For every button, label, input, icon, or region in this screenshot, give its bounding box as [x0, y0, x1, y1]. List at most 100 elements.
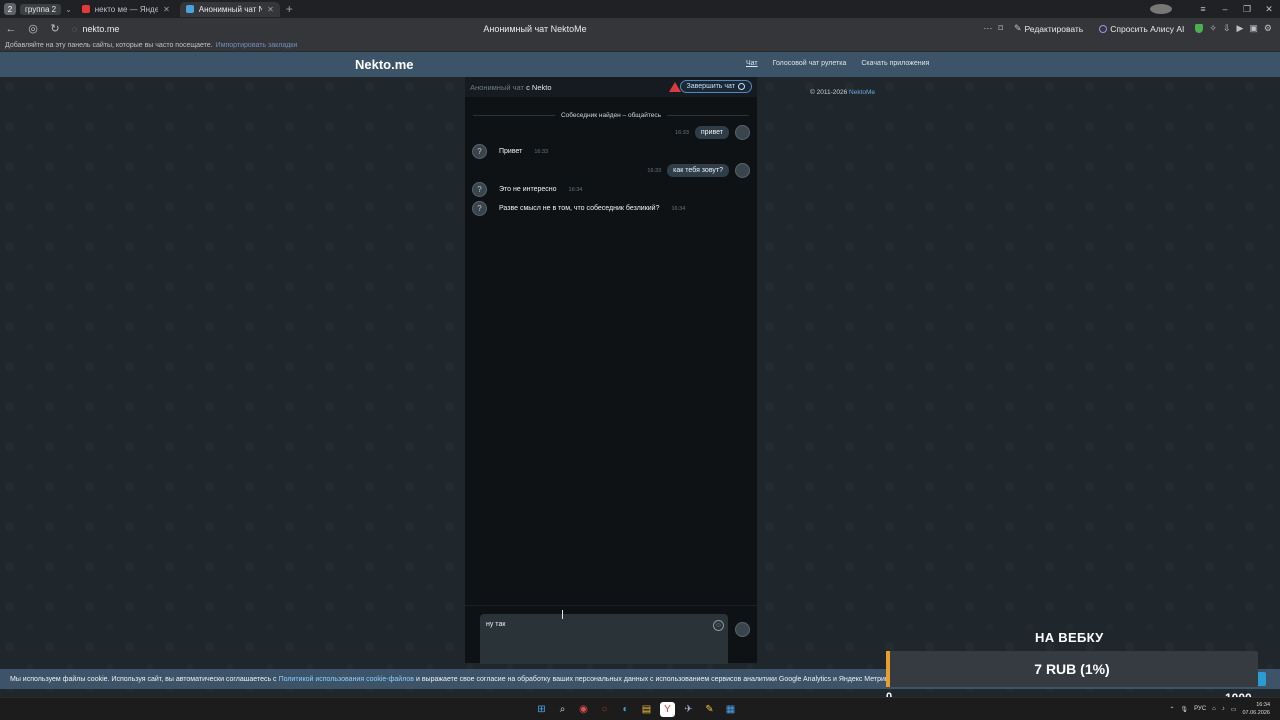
network-icon[interactable]: ⌂ — [1212, 706, 1216, 712]
yandex-browser-icon[interactable]: Y — [660, 702, 675, 717]
edge-icon[interactable]: ◐ — [618, 702, 633, 717]
cookie-policy-link[interactable]: Политикой использования cookie-файлов — [279, 676, 414, 683]
volume-icon[interactable]: ♪ — [1222, 706, 1225, 712]
message-time: 16:34 — [671, 205, 686, 212]
nav-chat-link[interactable]: Чат — [746, 60, 758, 67]
photos-icon[interactable]: ▦ — [723, 702, 738, 717]
site-header: Nekto.me Чат Голосовой чат рулетка Скача… — [0, 52, 1280, 77]
shield-icon[interactable] — [1195, 24, 1204, 33]
divider — [473, 115, 555, 116]
nav-download-apps-link[interactable]: Скачать приложения — [861, 60, 929, 67]
send-button[interactable] — [735, 622, 750, 637]
tab-group-label[interactable]: группа 2 — [20, 3, 62, 15]
microphone-icon[interactable]: 🎙 — [1181, 706, 1189, 713]
message-time: 16:33 — [647, 167, 662, 174]
chat-title-main: с Nekto — [526, 82, 552, 92]
close-icon[interactable]: ✕ — [163, 5, 170, 14]
steam-icon[interactable]: ✈ — [681, 702, 696, 717]
address-bar[interactable]: ◌ nekto.me — [72, 24, 372, 34]
ask-alice-label: Спросить Алису AI — [1110, 23, 1185, 34]
user-avatar-icon — [735, 125, 750, 140]
message-bubble: как тебя зовут? — [667, 164, 729, 177]
emoji-icon[interactable]: ☺ — [713, 620, 724, 631]
system-message: Собеседник найден – общайтесь — [465, 112, 757, 119]
taskbar-apps: ⊞ ⌕ ◉ ○ ◐ ▤ Y ✈ ✎ ▦ — [534, 702, 738, 717]
restore-icon[interactable]: ❐ — [1236, 4, 1258, 15]
chat-title-muted: Анонимный чат — [470, 82, 524, 92]
battery-icon[interactable]: ▭ — [1231, 706, 1237, 713]
window-controls: ≡ – ❐ ✕ — [1150, 0, 1280, 18]
tab-title: некто ме — Яндекс: нашлось — [94, 4, 159, 14]
message-incoming: ? Это не интересно 16:34 — [472, 182, 582, 197]
back-icon[interactable]: ← — [0, 23, 22, 35]
menu-icon[interactable]: ≡ — [1192, 4, 1214, 14]
media-icon[interactable]: ▶ — [1236, 23, 1243, 34]
chat-header: Анонимный чат с Nekto Завершить чат — [465, 77, 757, 97]
clock[interactable]: 16:34 07.06.2026 — [1242, 701, 1270, 717]
bookmarks-hint: Добавляйте на эту панель сайты, которые … — [5, 41, 213, 49]
system-tray: ⌃ 🎙 РУС ⌂ ♪ ▭ 16:34 07.06.2026 — [1170, 701, 1271, 717]
site-info-icon[interactable]: ◌ — [72, 24, 77, 34]
tab-group[interactable]: 2 группа 2 ⌄ — [4, 3, 72, 15]
donation-progress-bar: 7 RUB (1%) — [886, 651, 1258, 687]
opera-icon[interactable]: ○ — [597, 702, 612, 717]
new-tab-icon[interactable]: + — [286, 2, 293, 16]
minimize-icon[interactable]: – — [1214, 4, 1236, 14]
anonymous-avatar-icon: ? — [472, 182, 487, 197]
cookie-text-before: Мы используем файлы cookie. Используя са… — [10, 675, 277, 683]
browser-toolbar: ← ◎ ↻ ◌ nekto.me Анонимный чат NektoMe ⋯… — [0, 18, 1280, 39]
alice-icon — [1099, 24, 1108, 33]
close-icon[interactable]: ✕ — [267, 5, 274, 14]
message-time: 16:33 — [534, 148, 549, 155]
text-cursor-icon — [562, 610, 564, 619]
chevron-down-icon[interactable]: ⌄ — [65, 5, 72, 14]
message-time: 16:33 — [675, 129, 689, 136]
message-incoming: ? Привет 16:33 — [472, 144, 548, 159]
system-message-text: Собеседник найден – общайтесь — [560, 112, 662, 119]
language-indicator[interactable]: РУС — [1194, 706, 1206, 712]
url-text: nekto.me — [82, 23, 120, 34]
notes-icon[interactable]: ✎ — [702, 702, 717, 717]
import-bookmarks-link[interactable]: Импортировать закладки — [216, 42, 298, 49]
divider — [667, 115, 750, 116]
file-explorer-icon[interactable]: ▤ — [639, 702, 654, 717]
tab-nektome[interactable]: Анонимный чат NektoMe ✕ — [179, 1, 280, 17]
edit-button[interactable]: ✎ Редактировать — [1009, 21, 1088, 36]
message-input[interactable]: ну так ☺ — [480, 614, 728, 664]
copyright: © 2011-2026 NektoMe — [810, 89, 875, 96]
end-chat-label: Завершить чат — [686, 83, 735, 90]
more-icon[interactable]: ⋯ — [983, 23, 992, 34]
page-title: Анонимный чат NektoMe — [483, 23, 587, 34]
downloads-icon[interactable]: ⇩ — [1223, 23, 1231, 34]
collections-icon[interactable]: ▣ — [1249, 23, 1258, 34]
yandex-favicon-icon — [81, 5, 90, 13]
cookie-text-after: и выражаете свое согласие на обработку в… — [415, 675, 892, 683]
site-logo[interactable]: Nekto.me — [355, 57, 414, 72]
chrome-icon[interactable]: ◉ — [576, 702, 591, 717]
copyright-link[interactable]: NektoMe — [849, 89, 875, 96]
tab-title: Анонимный чат NektoMe — [198, 4, 263, 14]
message-input-value: ну так — [486, 621, 506, 628]
message-bubble: привет — [694, 126, 729, 139]
message-time: 16:34 — [568, 186, 583, 193]
profile-avatar[interactable] — [1150, 4, 1172, 14]
chevron-up-icon[interactable]: ⌃ — [1170, 706, 1175, 713]
os-taskbar: ⊞ ⌕ ◉ ○ ◐ ▤ Y ✈ ✎ ▦ ⌃ 🎙 РУС ⌂ ♪ ▭ 16:34 … — [0, 697, 1280, 720]
tab-group-count: 2 — [4, 3, 16, 15]
message-outgoing: 16:33 привет — [675, 125, 750, 140]
settings-icon[interactable]: ⚙ — [1264, 23, 1272, 34]
windows-start-icon[interactable]: ⊞ — [534, 702, 549, 717]
end-chat-button[interactable]: Завершить чат — [679, 80, 752, 93]
nav-voice-roulette-link[interactable]: Голосовой чат рулетка — [773, 60, 847, 67]
reload-icon[interactable]: ↻ — [44, 22, 66, 35]
message-bubble: Привет — [499, 148, 523, 155]
search-icon[interactable]: ⌕ — [555, 702, 570, 717]
message-incoming: ? Разве смысл не в том, что собеседник б… — [472, 201, 685, 216]
close-window-icon[interactable]: ✕ — [1258, 4, 1280, 15]
user-avatar-icon — [735, 163, 750, 178]
extensions-icon[interactable]: ✧ — [1209, 23, 1217, 34]
ask-alice-button[interactable]: Спросить Алису AI — [1094, 22, 1189, 36]
tab-yandex-search[interactable]: некто ме — Яндекс: нашлось ✕ — [76, 2, 176, 17]
yandex-home-icon[interactable]: ◎ — [22, 22, 44, 35]
bookmark-icon[interactable]: ⌑ — [998, 23, 1003, 34]
